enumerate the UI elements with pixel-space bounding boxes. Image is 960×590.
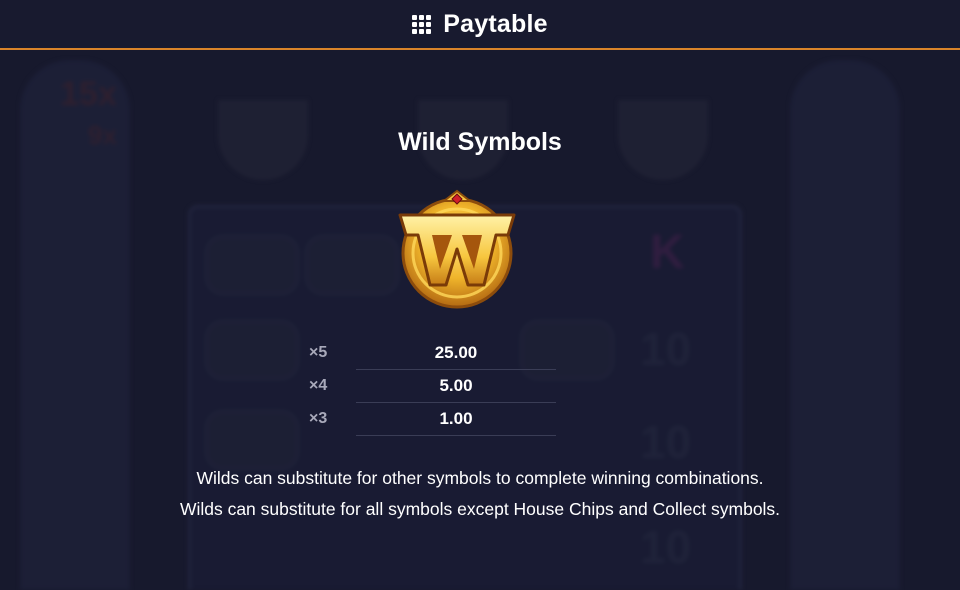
payout-value: 1.00: [439, 409, 473, 428]
payout-multiplier: ×3: [309, 410, 328, 427]
menu-grid-icon[interactable]: [412, 14, 432, 34]
description-text: Wilds can substitute for other symbols t…: [196, 468, 764, 488]
payout-value: 25.00: [434, 343, 478, 362]
payout-multiplier: ×4: [309, 377, 328, 394]
payout-row: ×3 1.00: [300, 403, 560, 436]
divider: [356, 435, 556, 436]
payout-value: 5.00: [439, 376, 473, 395]
payout-multiplier: ×5: [309, 344, 328, 361]
paytable-header: Paytable: [0, 0, 960, 50]
payout-row: ×5 25.00: [300, 337, 560, 370]
payout-row: ×4 5.00: [300, 370, 560, 403]
payout-table: ×5 25.00 ×4 5.00 ×3 1.00: [300, 337, 560, 436]
description-text: Wilds can substitute for all symbols exc…: [179, 499, 781, 519]
page-title: Paytable: [443, 9, 548, 38]
paytable-content: Wild Symbols ×5 25.00 ×4 5.00 ×3 1.00 Wi…: [0, 50, 960, 590]
section-title: Wild Symbols: [398, 128, 562, 156]
wild-w-icon: [392, 187, 522, 311]
